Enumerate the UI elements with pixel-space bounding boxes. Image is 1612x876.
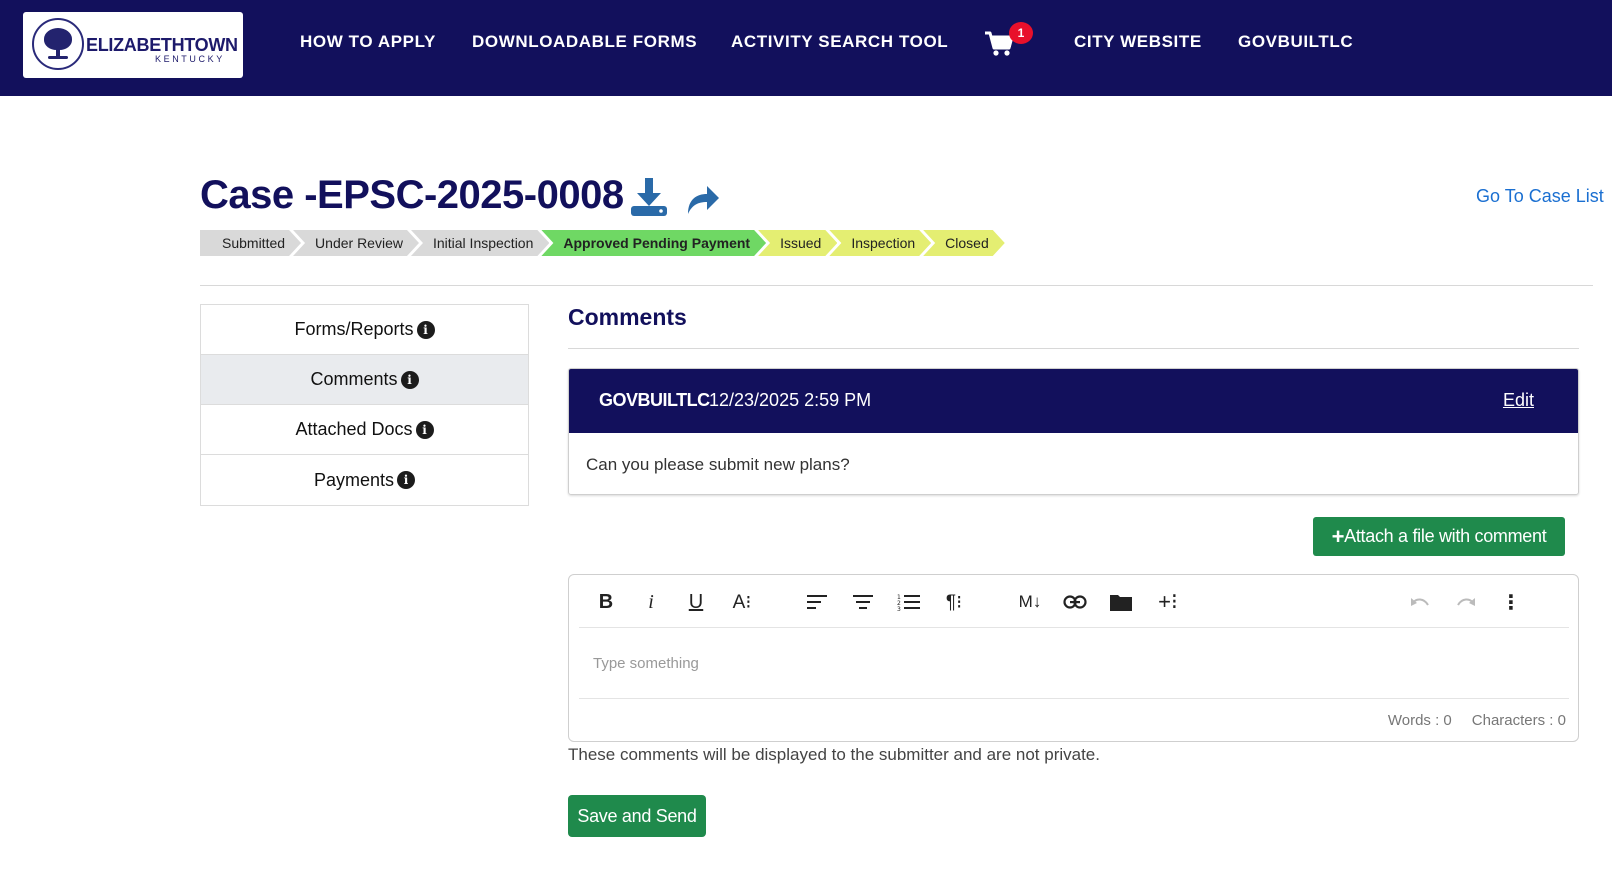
italic-icon[interactable]: i: [636, 587, 666, 617]
status-step-closed: Closed: [923, 230, 1005, 256]
status-progress: Submitted Under Review Initial Inspectio…: [200, 230, 997, 256]
nav-govbuiltlc[interactable]: GOVBUILTLC: [1238, 32, 1353, 52]
share-icon[interactable]: [685, 182, 721, 221]
status-step-submitted: Submitted: [200, 230, 301, 256]
sidebar-item-label: Attached Docs: [295, 419, 413, 439]
cart-count-badge: 1: [1009, 22, 1033, 44]
paragraph-icon[interactable]: ¶⁝: [939, 587, 969, 617]
case-sidebar-menu: Forms/Reports i Comments i Attached Docs i …: [200, 304, 529, 506]
sidebar-item-payments[interactable]: Payments i: [201, 455, 528, 505]
editor-toolbar: B i U A⁝ 123 ¶⁝ M↓ +⁝ ⋮: [579, 575, 1569, 628]
status-step-under-review: Under Review: [293, 230, 419, 256]
underline-icon[interactable]: U: [681, 587, 711, 617]
redo-icon[interactable]: [1451, 587, 1481, 617]
editor-divider: [579, 698, 1569, 699]
nav-city-website[interactable]: CITY WEBSITE: [1074, 32, 1202, 52]
save-and-send-button[interactable]: Save and Send: [568, 795, 706, 837]
status-step-approved-pending-payment: Approved Pending Payment: [541, 230, 766, 256]
nav-how-to-apply[interactable]: HOW TO APPLY: [300, 32, 436, 52]
city-logo[interactable]: ELIZABETHTOWN KENTUCKY: [23, 12, 243, 78]
info-icon: i: [415, 420, 434, 439]
font-size-icon[interactable]: A⁝: [727, 587, 757, 617]
markdown-icon[interactable]: M↓: [1015, 587, 1045, 617]
nav-activity-search-tool[interactable]: ACTIVITY SEARCH TOOL: [731, 32, 948, 52]
more-options-icon[interactable]: ⋮: [1496, 587, 1526, 617]
folder-icon[interactable]: [1106, 587, 1136, 617]
sidebar-item-label: Payments: [313, 469, 395, 490]
go-to-case-list-link[interactable]: Go To Case List: [1476, 186, 1604, 207]
svg-text:3: 3: [897, 606, 901, 611]
logo-name: ELIZABETHTOWN: [86, 35, 238, 55]
align-center-icon[interactable]: [848, 587, 878, 617]
privacy-note: These comments will be displayed to the …: [568, 745, 1100, 764]
link-icon[interactable]: [1060, 587, 1090, 617]
status-step-inspection: Inspection: [829, 230, 931, 256]
info-icon: i: [400, 370, 419, 389]
sidebar-item-attached-docs[interactable]: Attached Docs i: [201, 405, 528, 455]
comment-editor: B i U A⁝ 123 ¶⁝ M↓ +⁝ ⋮ Type something W…: [568, 574, 1579, 742]
status-step-initial-inspection: Initial Inspection: [411, 230, 549, 256]
comment-author: GOVBUILTLC: [599, 390, 710, 410]
undo-icon[interactable]: [1405, 587, 1435, 617]
editor-counters: Words : 0 Characters : 0: [1368, 712, 1566, 729]
info-icon: i: [416, 320, 435, 339]
download-icon[interactable]: [628, 176, 670, 223]
character-count: Characters : 0: [1471, 712, 1566, 729]
comment-text: Can you please submit new plans?: [586, 455, 850, 474]
align-left-icon[interactable]: [802, 587, 832, 617]
city-seal-icon: [32, 18, 84, 70]
bold-icon[interactable]: B: [591, 587, 621, 617]
divider: [568, 348, 1579, 349]
ordered-list-icon[interactable]: 123: [894, 587, 924, 617]
comment-date: 12/23/2025 2:59 PM: [709, 390, 872, 410]
page-title: Case -EPSC-2025-0008: [200, 173, 624, 217]
sidebar-item-forms-reports[interactable]: Forms/Reports i: [201, 305, 528, 355]
word-count: Words : 0: [1387, 712, 1452, 729]
plus-icon: +: [1331, 523, 1345, 549]
sidebar-item-label: Forms/Reports: [294, 319, 414, 339]
comment-card: GOVBUILTLC 12/23/2025 2:59 PM Edit Can y…: [568, 368, 1579, 495]
edit-comment-link[interactable]: Edit: [1503, 390, 1534, 411]
comment-header: GOVBUILTLC 12/23/2025 2:59 PM Edit: [569, 369, 1578, 433]
divider: [200, 285, 1593, 286]
attach-file-button[interactable]: +Attach a file with comment: [1313, 517, 1565, 556]
comment-input[interactable]: Type something: [593, 655, 699, 672]
logo-subtitle: KENTUCKY: [155, 54, 225, 64]
status-step-issued: Issued: [758, 230, 837, 256]
insert-more-icon[interactable]: +⁝: [1153, 587, 1183, 617]
nav-downloadable-forms[interactable]: DOWNLOADABLE FORMS: [472, 32, 697, 52]
attach-file-label: Attach a file with comment: [1344, 525, 1547, 546]
info-icon: i: [397, 471, 416, 489]
top-navigation-bar: ELIZABETHTOWN KENTUCKY HOW TO APPLY DOWN…: [0, 0, 1612, 96]
section-title: Comments: [568, 304, 687, 330]
sidebar-item-comments[interactable]: Comments i: [201, 355, 528, 405]
sidebar-item-label: Comments: [310, 369, 398, 389]
